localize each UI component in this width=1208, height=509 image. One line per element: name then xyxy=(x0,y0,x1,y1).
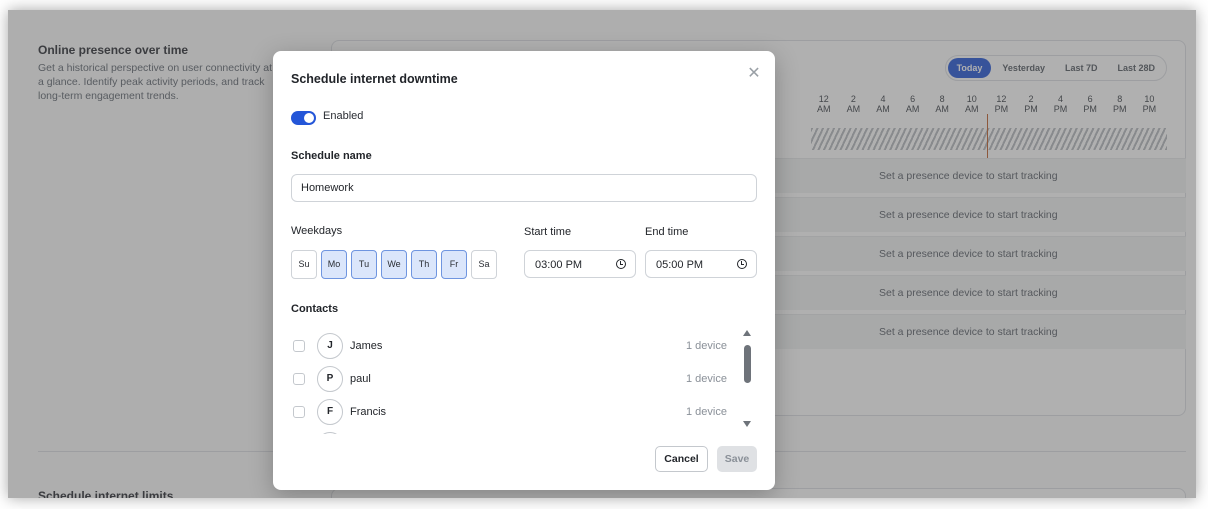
avatar: F xyxy=(317,399,343,425)
weekdays-label: Weekdays xyxy=(291,225,343,237)
scroll-up-arrow-icon[interactable] xyxy=(743,330,751,336)
scroll-down-arrow-icon[interactable] xyxy=(743,421,751,427)
contact-device-count: 1 device xyxy=(686,340,727,352)
contact-device-count: 1 device xyxy=(686,373,727,385)
close-icon[interactable]: ✕ xyxy=(745,65,763,83)
contact-checkbox[interactable] xyxy=(293,406,305,418)
scrollbar-thumb[interactable] xyxy=(744,345,751,383)
cancel-button[interactable]: Cancel xyxy=(655,446,708,472)
dialog-title: Schedule internet downtime xyxy=(291,72,458,86)
clock-icon[interactable] xyxy=(737,259,747,269)
save-button[interactable]: Save xyxy=(717,446,757,472)
contact-name: paul xyxy=(350,373,371,385)
enabled-label: Enabled xyxy=(323,110,364,122)
contacts-list: J James 1 device P paul 1 device F Franc… xyxy=(291,329,751,434)
schedule-name-label: Schedule name xyxy=(291,150,372,162)
contact-row: F Francis 1 device xyxy=(291,395,751,428)
contact-row: P paul 1 device xyxy=(291,362,751,395)
start-time-value: 03:00 PM xyxy=(535,259,583,271)
schedule-downtime-dialog: Schedule internet downtime ✕ Enabled Sch… xyxy=(273,51,775,490)
contacts-label: Contacts xyxy=(291,303,339,315)
day-we[interactable]: We xyxy=(381,250,407,279)
day-su[interactable]: Su xyxy=(291,250,317,279)
contact-checkbox[interactable] xyxy=(293,373,305,385)
contact-device-count: 1 device xyxy=(686,406,727,418)
schedule-name-input[interactable]: Homework xyxy=(291,174,757,202)
contact-row: J James 1 device xyxy=(291,329,751,362)
day-mo[interactable]: Mo xyxy=(321,250,347,279)
day-th[interactable]: Th xyxy=(411,250,437,279)
day-fr[interactable]: Fr xyxy=(441,250,467,279)
day-tu[interactable]: Tu xyxy=(351,250,377,279)
contact-checkbox[interactable] xyxy=(293,340,305,352)
end-time-value: 05:00 PM xyxy=(656,259,704,271)
weekday-picker: Su Mo Tu We Th Fr Sa xyxy=(291,250,497,279)
page: Online presence over time Get a historic… xyxy=(8,10,1196,498)
day-sa[interactable]: Sa xyxy=(471,250,497,279)
clock-icon[interactable] xyxy=(616,259,626,269)
start-time-input[interactable]: 03:00 PM xyxy=(524,250,636,278)
contact-name: Francis xyxy=(350,406,387,418)
start-time-label: Start time xyxy=(524,226,572,238)
avatar: P xyxy=(317,366,343,392)
avatar xyxy=(317,432,343,434)
avatar: J xyxy=(317,333,343,359)
end-time-input[interactable]: 05:00 PM xyxy=(645,250,757,278)
enabled-toggle[interactable] xyxy=(291,111,316,125)
contact-name: James xyxy=(350,340,383,352)
end-time-label: End time xyxy=(645,226,689,238)
contact-row-partial xyxy=(291,428,751,434)
